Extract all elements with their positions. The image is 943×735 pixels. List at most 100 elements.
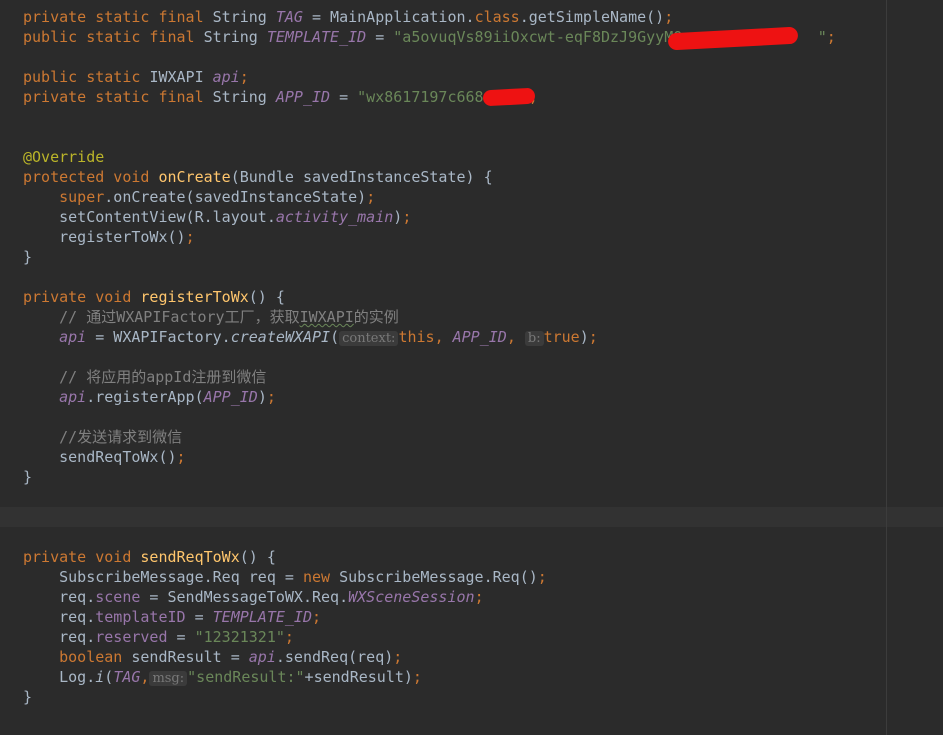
code-token: }: [23, 688, 33, 706]
code-token: req.: [23, 588, 96, 606]
code-line[interactable]: [23, 47, 836, 67]
code-token: //发送请求到微信: [23, 428, 183, 446]
code-token: WXSceneSession: [348, 588, 475, 606]
code-line[interactable]: [23, 527, 836, 547]
code-token: =: [185, 608, 213, 626]
code-token: ;: [537, 568, 547, 586]
code-token: "sendResult:": [187, 668, 305, 686]
redaction-scribble-app-id: [482, 87, 536, 107]
code-token: @Override: [23, 148, 105, 166]
code-line[interactable]: }: [23, 467, 836, 487]
code-token: reserved: [95, 628, 168, 646]
code-line[interactable]: api.registerApp(APP_ID);: [23, 387, 836, 407]
code-line[interactable]: setContentView(R.layout.activity_main);: [23, 207, 836, 227]
code-line[interactable]: private void sendReqToWx() {: [23, 547, 836, 567]
code-line[interactable]: super.onCreate(savedInstanceState);: [23, 187, 836, 207]
code-line[interactable]: }: [23, 687, 836, 707]
code-token: APP_ID: [275, 88, 331, 106]
code-token: super: [59, 188, 105, 206]
code-line[interactable]: [23, 107, 836, 127]
code-token: true: [543, 328, 580, 346]
code-token: }: [23, 248, 33, 266]
code-token: this: [398, 328, 435, 346]
code-line[interactable]: Log.i(TAG, msg: "sendResult:"+sendResult);: [23, 667, 836, 687]
code-token: SubscribeMessage.Req(): [339, 568, 538, 586]
code-token: ): [393, 208, 403, 226]
code-line[interactable]: private static final String TAG = MainAp…: [23, 7, 836, 27]
parameter-hint: context:: [339, 331, 399, 346]
code-line[interactable]: }: [23, 247, 836, 267]
code-line[interactable]: @Override: [23, 147, 836, 167]
code-token: "12321321": [194, 628, 285, 646]
code-token: setContentView(R.layout.: [23, 208, 276, 226]
code-token: ;: [393, 648, 403, 666]
code-line[interactable]: [23, 127, 836, 147]
code-token: i: [95, 668, 105, 686]
code-token: sendReqToWx: [140, 548, 240, 566]
code-token: api: [212, 68, 240, 86]
code-token: (: [330, 328, 340, 346]
code-token: .getSimpleName(): [519, 8, 665, 26]
code-token: ;: [185, 228, 195, 246]
code-token: () {: [239, 548, 276, 566]
code-token: // 将应用的appId注册到微信: [23, 368, 267, 386]
code-line[interactable]: public static IWXAPI api;: [23, 67, 836, 87]
code-line[interactable]: // 将应用的appId注册到微信: [23, 367, 836, 387]
code-line[interactable]: private static final String APP_ID = "wx…: [23, 87, 836, 107]
code-token: TEMPLATE_ID: [266, 28, 367, 46]
code-line[interactable]: SubscribeMessage.Req req = new Subscribe…: [23, 567, 836, 587]
code-token: String: [203, 28, 267, 46]
code-token: templateID: [95, 608, 186, 626]
code-token: String: [212, 8, 276, 26]
code-token: onCreate: [158, 168, 231, 186]
code-token: ": [817, 28, 827, 46]
code-line[interactable]: [23, 347, 836, 367]
code-token: ;: [266, 388, 276, 406]
code-token: ;: [284, 628, 294, 646]
code-token: =: [330, 88, 358, 106]
code-token: ,: [434, 328, 453, 346]
code-token: ;: [366, 188, 376, 206]
code-line[interactable]: sendReqToWx();: [23, 447, 836, 467]
code-line[interactable]: [23, 267, 836, 287]
code-line[interactable]: [23, 487, 836, 507]
code-token: .onCreate(savedInstanceState): [104, 188, 367, 206]
code-editor[interactable]: private static final String TAG = MainAp…: [0, 0, 943, 735]
code-token: ;: [474, 588, 484, 606]
code-lines[interactable]: private static final String TAG = MainAp…: [23, 7, 836, 707]
code-token: boolean: [59, 648, 132, 666]
code-token: private static final: [23, 8, 213, 26]
code-line[interactable]: [23, 407, 836, 427]
code-line[interactable]: req.templateID = TEMPLATE_ID;: [23, 607, 836, 627]
code-line[interactable]: [23, 507, 836, 527]
code-token: ): [579, 328, 589, 346]
code-line[interactable]: api = WXAPIFactory.createWXAPI(context: t…: [23, 327, 836, 347]
code-token: protected void: [23, 168, 159, 186]
code-line[interactable]: private void registerToWx() {: [23, 287, 836, 307]
code-token: }: [23, 468, 33, 486]
code-token: registerToWx(): [23, 228, 186, 246]
code-line[interactable]: protected void onCreate(Bundle savedInst…: [23, 167, 836, 187]
code-token: sendResult =: [131, 648, 249, 666]
code-line[interactable]: boolean sendResult = api.sendReq(req);: [23, 647, 836, 667]
code-token: =: [366, 28, 394, 46]
code-token: new: [302, 568, 340, 586]
code-token: TEMPLATE_ID: [212, 608, 312, 626]
code-token: = WXAPIFactory.: [86, 328, 231, 346]
code-token: sendReqToWx(): [23, 448, 177, 466]
code-token: createWXAPI: [230, 328, 331, 346]
code-line[interactable]: req.reserved = "12321321";: [23, 627, 836, 647]
code-token: public static: [23, 68, 150, 86]
code-token: .registerApp(: [86, 388, 204, 406]
code-token: // 通过WXAPIFactory工厂，获取: [23, 308, 300, 326]
code-token: ,: [506, 328, 525, 346]
code-token: ;: [826, 28, 836, 46]
code-line[interactable]: req.scene = SendMessageToWX.Req.WXSceneS…: [23, 587, 836, 607]
code-line[interactable]: // 通过WXAPIFactory工厂，获取IWXAPI的实例: [23, 307, 836, 327]
code-line[interactable]: //发送请求到微信: [23, 427, 836, 447]
code-token: ;: [412, 668, 422, 686]
code-line[interactable]: registerToWx();: [23, 227, 836, 247]
